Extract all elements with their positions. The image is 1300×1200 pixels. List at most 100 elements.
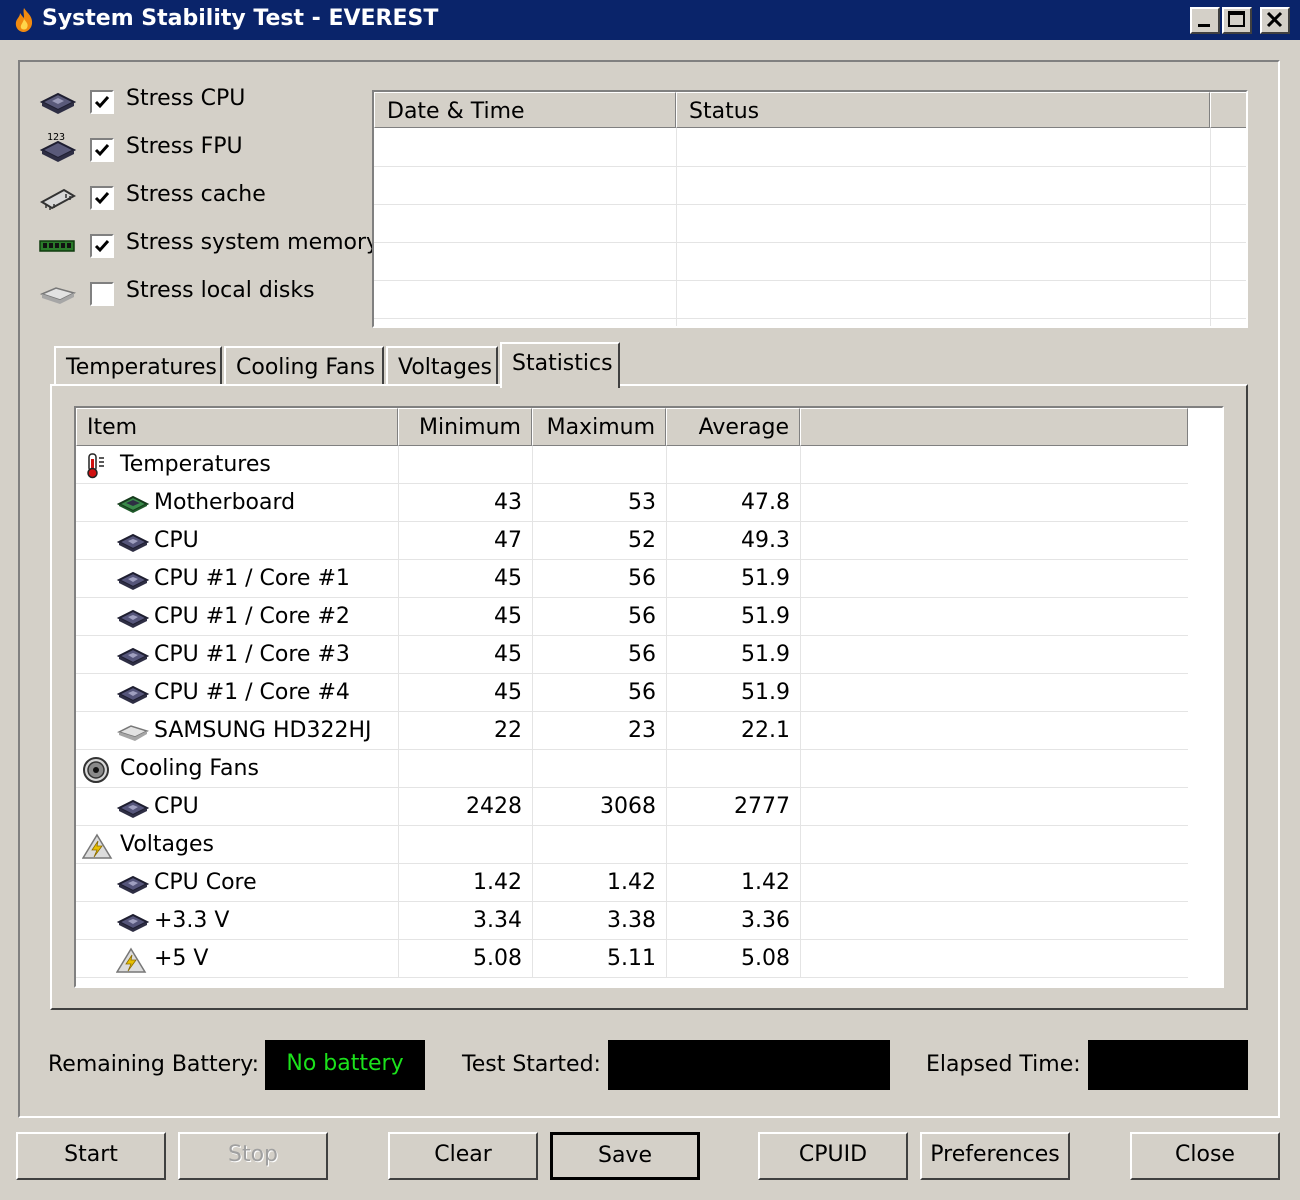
table-row[interactable]: +3.3 V 3.34 3.38 3.36 [76,902,1188,940]
column-divider [666,446,667,484]
hard-disk-icon [39,287,77,304]
column-divider [800,560,801,598]
column-divider [800,788,801,826]
title-bar[interactable]: System Stability Test - EVEREST [0,0,1300,40]
minimum-value: 2428 [466,794,522,819]
cpu-chip-icon [116,685,150,704]
column-divider [398,826,399,864]
cpu-chip-icon [116,799,150,818]
cpu-chip-icon [116,913,150,932]
minimize-icon [1198,24,1210,27]
battery-label: Remaining Battery: [48,1052,260,1077]
average-value: 49.3 [741,528,790,553]
table-group-row[interactable]: Temperatures [76,446,1188,484]
item-name: CPU #1 / Core #3 [154,642,350,667]
grid-header-filler [800,408,1188,446]
column-divider [398,750,399,788]
stop-button[interactable]: Stop [178,1132,328,1180]
tab-cooling-fans[interactable]: Cooling Fans [224,346,384,386]
status-log-list[interactable]: Date & Time Status [372,90,1248,328]
maximum-value: 23 [628,718,656,743]
preferences-button[interactable]: Preferences [920,1132,1070,1180]
clear-button[interactable]: Clear [388,1132,538,1180]
log-row-line [374,280,1246,281]
tab-temperatures[interactable]: Temperatures [54,346,222,386]
item-name: CPU #1 / Core #1 [154,566,350,591]
row-divider [76,977,1188,978]
item-name: CPU [154,528,199,553]
log-header-status[interactable]: Status [676,92,1210,128]
elapsed-time-label: Elapsed Time: [926,1052,1081,1077]
column-divider [800,636,801,674]
table-row[interactable]: CPU Core 1.42 1.42 1.42 [76,864,1188,902]
close-icon [1266,11,1283,28]
table-row[interactable]: CPU 47 52 49.3 [76,522,1188,560]
stop-button-label: Stop [227,1142,278,1167]
minimum-value: 45 [494,566,522,591]
grid-header-average[interactable]: Average [666,408,800,446]
stress-disks-label: Stress local disks [126,278,315,303]
maximum-value: 56 [628,642,656,667]
tab-statistics[interactable]: Statistics [500,342,620,388]
hard-disk-icon [117,725,149,741]
start-button[interactable]: Start [16,1132,166,1180]
stress-fpu-checkbox[interactable] [90,138,114,162]
window-title: System Stability Test - EVEREST [42,6,439,31]
table-row[interactable]: CPU #1 / Core #4 45 56 51.9 [76,674,1188,712]
cpu-chip-icon [39,92,77,114]
average-value: 5.08 [741,946,790,971]
stress-cpu-checkbox[interactable] [90,90,114,114]
save-button[interactable]: Save [550,1132,700,1180]
table-row[interactable]: CPU 2428 3068 2777 [76,788,1188,826]
maximize-button[interactable] [1222,7,1252,34]
column-divider [532,826,533,864]
average-value: 2777 [734,794,790,819]
maximum-value: 56 [628,566,656,591]
item-name: CPU #1 / Core #4 [154,680,350,705]
grid-header-minimum[interactable]: Minimum [398,408,532,446]
table-row[interactable]: CPU #1 / Core #2 45 56 51.9 [76,598,1188,636]
column-divider [800,864,801,902]
table-group-row[interactable]: Cooling Fans [76,750,1188,788]
cpuid-button[interactable]: CPUID [758,1132,908,1180]
maximum-value: 3068 [600,794,656,819]
grid-header-maximum[interactable]: Maximum [532,408,666,446]
grid-header-item[interactable]: Item [76,408,398,446]
statistics-grid[interactable]: Item Minimum Maximum Average Temperature… [74,406,1224,988]
log-header-date-time[interactable]: Date & Time [374,92,676,128]
column-divider [666,826,667,864]
average-value: 51.9 [741,680,790,705]
minimum-value: 45 [494,680,522,705]
table-row[interactable]: CPU #1 / Core #1 45 56 51.9 [76,560,1188,598]
cpu-chip-icon [116,609,150,628]
average-value: 1.42 [741,870,790,895]
close-window-button[interactable] [1260,7,1290,34]
stress-memory-checkbox[interactable] [90,234,114,258]
log-row-line [374,204,1246,205]
close-button[interactable]: Close [1130,1132,1280,1180]
minimize-button[interactable] [1190,7,1220,34]
table-row[interactable]: +5 V 5.08 5.11 5.08 [76,940,1188,978]
cpuid-button-label: CPUID [798,1142,868,1167]
average-value: 47.8 [741,490,790,515]
average-value: 22.1 [741,718,790,743]
item-name: SAMSUNG HD322HJ [154,718,372,743]
table-row[interactable]: Motherboard 43 53 47.8 [76,484,1188,522]
table-row[interactable]: SAMSUNG HD322HJ 22 23 22.1 [76,712,1188,750]
table-row[interactable]: CPU #1 / Core #3 45 56 51.9 [76,636,1188,674]
minimum-value: 3.34 [473,908,522,933]
close-button-label: Close [1175,1142,1235,1167]
item-name: CPU #1 / Core #2 [154,604,350,629]
stress-cache-checkbox[interactable] [90,186,114,210]
log-column-divider [1210,128,1211,326]
minimum-value: 43 [494,490,522,515]
log-header-filler [1210,92,1246,128]
minimum-value: 1.42 [473,870,522,895]
battery-value: No battery [265,1040,425,1090]
stress-disks-checkbox[interactable] [90,282,114,306]
column-divider [666,750,667,788]
column-divider [800,484,801,522]
table-group-row[interactable]: Voltages [76,826,1188,864]
minimum-value: 22 [494,718,522,743]
tab-voltages[interactable]: Voltages [386,346,498,386]
